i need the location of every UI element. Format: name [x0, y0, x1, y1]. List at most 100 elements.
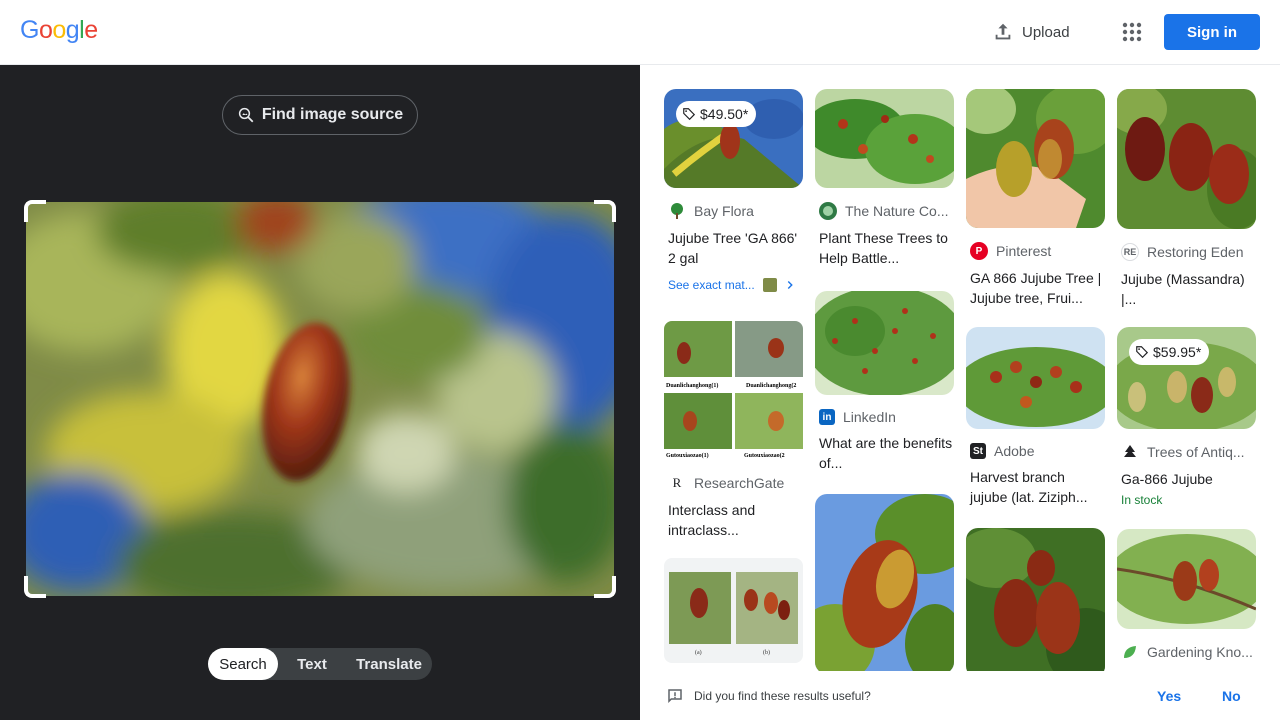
source-name: LinkedIn [843, 409, 896, 425]
result-title[interactable]: Interclass and intraclass... [664, 500, 803, 540]
source-name: Restoring Eden [1147, 244, 1244, 260]
panel-label: Gutouxiaozao(1) [666, 452, 709, 459]
crop-handle-bottom-left[interactable] [24, 576, 46, 598]
logo-letter: e [84, 16, 98, 44]
upload-button[interactable]: Upload [992, 20, 1070, 44]
google-logo[interactable]: Google [20, 16, 98, 45]
result-thumbnail[interactable] [815, 89, 954, 188]
tab-search[interactable]: Search [208, 648, 278, 680]
result-title[interactable]: Jujube Tree 'GA 866' 2 gal [664, 228, 803, 268]
sign-in-button[interactable]: Sign in [1164, 14, 1260, 50]
see-exact-matches-label: See exact mat... [668, 278, 755, 292]
see-exact-matches-link[interactable]: See exact mat... [664, 278, 803, 292]
query-image-pane: Find image source Search Text Translate [0, 65, 640, 720]
feedback-icon [668, 689, 682, 704]
tag-icon [1136, 346, 1149, 359]
result-source: P Pinterest [966, 242, 1105, 260]
panel-label: (b) [763, 649, 770, 656]
result-card[interactable] [815, 494, 954, 674]
stock-status: In stock [1121, 493, 1163, 507]
source-name: Gardening Kno... [1147, 644, 1253, 660]
result-title[interactable]: Plant These Trees to Help Battle... [815, 228, 954, 268]
upload-label: Upload [1022, 23, 1070, 41]
result-source: R ResearchGate [664, 474, 803, 492]
result-source: Bay Flora [664, 202, 803, 220]
tree-favicon [1121, 443, 1139, 461]
feedback-question: Did you find these results useful? [694, 688, 871, 703]
query-image[interactable] [26, 202, 614, 596]
result-thumbnail[interactable]: $49.50* [664, 89, 803, 188]
top-bar: Google Upload Sign in [0, 0, 1280, 65]
result-title[interactable]: Ga-866 Jujube [1117, 469, 1256, 489]
result-card[interactable]: $59.95* Trees of Antiq... Ga-866 Jujube … [1117, 327, 1256, 507]
panel-label: Duanlichanghong(1) [666, 382, 718, 389]
result-source: St Adobe [966, 443, 1105, 459]
image-search-icon [238, 107, 254, 123]
result-source: Gardening Kno... [1117, 643, 1256, 661]
result-card[interactable]: $49.50* Bay Flora Jujube Tree 'GA 866' 2… [664, 89, 803, 292]
lens-mode-tabs: Search Text Translate [208, 648, 432, 680]
exact-match-thumb [762, 278, 777, 292]
pinterest-favicon: P [970, 242, 988, 260]
result-card[interactable]: Gardening Kno... [1117, 529, 1256, 661]
researchgate-favicon: R [668, 474, 686, 492]
panel-label: Gutouxiaozao(2 [744, 452, 785, 459]
result-card[interactable]: in LinkedIn What are the benefits of... [815, 291, 954, 473]
source-name: ResearchGate [694, 475, 785, 491]
chevron-right-icon [787, 281, 793, 289]
source-name: Trees of Antiq... [1147, 444, 1245, 460]
price-tag: $49.50* [676, 101, 757, 127]
apps-grid-icon[interactable] [1120, 20, 1144, 44]
upload-icon [995, 23, 1011, 40]
result-title[interactable]: Jujube (Massandra) |... [1117, 269, 1256, 309]
result-card[interactable]: RE Restoring Eden Jujube (Massandra) |..… [1117, 89, 1256, 309]
result-thumbnail[interactable] [815, 291, 954, 395]
result-thumbnail[interactable] [815, 494, 954, 674]
tag-icon [683, 108, 696, 121]
result-card[interactable]: (a) (b) [664, 558, 803, 663]
result-source: The Nature Co... [815, 202, 954, 220]
result-thumbnail[interactable] [1117, 89, 1256, 229]
result-card[interactable] [966, 528, 1105, 678]
result-title[interactable]: Harvest branch jujube (lat. Ziziph... [966, 467, 1105, 507]
logo-letter: G [20, 16, 39, 44]
result-thumbnail[interactable]: (a) (b) [664, 558, 803, 663]
result-thumbnail[interactable] [966, 528, 1105, 678]
globe-favicon [819, 202, 837, 220]
tree-favicon [668, 202, 686, 220]
result-card[interactable]: St Adobe Harvest branch jujube (lat. Ziz… [966, 327, 1105, 507]
result-title[interactable]: GA 866 Jujube Tree | Jujube tree, Frui..… [966, 268, 1105, 308]
crop-handle-top-right[interactable] [594, 200, 616, 222]
logo-letter: o [52, 16, 66, 44]
feedback-no-button[interactable]: No [1222, 688, 1241, 704]
price-tag: $59.95* [1129, 339, 1210, 365]
feedback-yes-button[interactable]: Yes [1157, 688, 1181, 704]
source-name: Bay Flora [694, 203, 754, 219]
leaf-favicon [1121, 643, 1139, 661]
source-name: Pinterest [996, 243, 1052, 259]
result-card[interactable]: Duanlichanghong(1) Duanlichanghong(2 Gut… [664, 321, 803, 540]
linkedin-favicon: in [819, 409, 835, 425]
price-value: $59.95* [1153, 344, 1202, 360]
crop-handle-top-left[interactable] [24, 200, 46, 222]
result-title[interactable]: What are the benefits of... [815, 433, 954, 473]
result-card[interactable]: P Pinterest GA 866 Jujube Tree | Jujube … [966, 89, 1105, 308]
panel-label: Duanlichanghong(2 [746, 382, 796, 389]
result-thumbnail[interactable] [966, 327, 1105, 429]
source-name: The Nature Co... [845, 203, 949, 219]
find-image-source-button[interactable]: Find image source [222, 95, 418, 135]
logo-letter: o [38, 16, 53, 44]
result-thumbnail[interactable]: $59.95* [1117, 327, 1256, 429]
tab-text[interactable]: Text [278, 648, 346, 680]
result-thumbnail[interactable]: Duanlichanghong(1) Duanlichanghong(2 Gut… [664, 321, 803, 460]
result-source: Trees of Antiq... [1117, 443, 1256, 461]
tab-translate[interactable]: Translate [346, 648, 432, 680]
result-thumbnail[interactable] [966, 89, 1105, 228]
panel-label: (a) [695, 649, 702, 656]
result-card[interactable]: The Nature Co... Plant These Trees to He… [815, 89, 954, 268]
result-thumbnail[interactable] [1117, 529, 1256, 629]
result-source: RE Restoring Eden [1117, 243, 1256, 261]
re-favicon: RE [1121, 243, 1139, 261]
crop-handle-bottom-right[interactable] [594, 576, 616, 598]
price-value: $49.50* [700, 106, 749, 122]
